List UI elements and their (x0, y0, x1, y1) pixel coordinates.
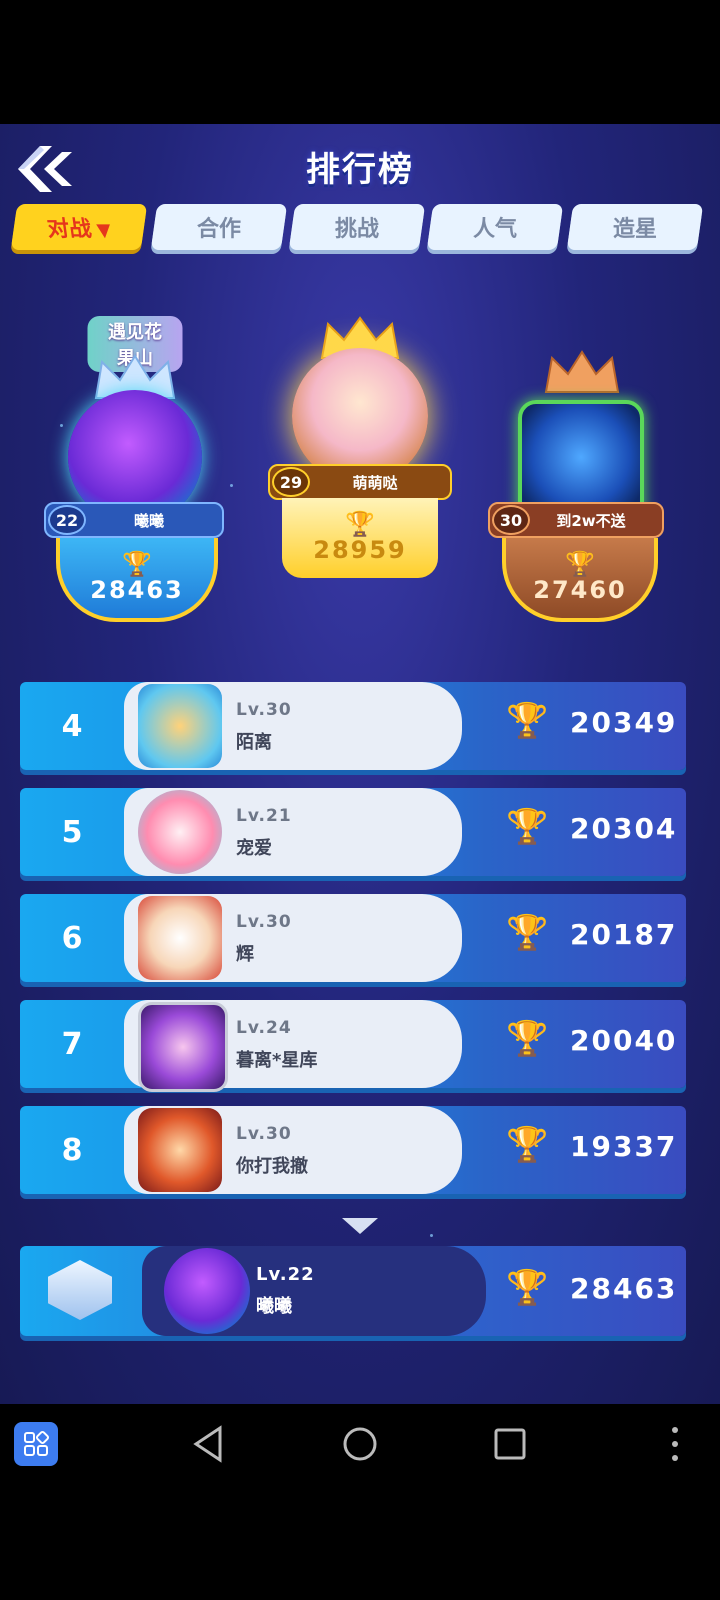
player-name: 曦曦 (133, 511, 164, 530)
player-name: 你打我撤 (236, 1156, 308, 1177)
rank-number: 7 (61, 1026, 83, 1062)
rank-number: 5 (61, 814, 83, 850)
avatar (138, 1002, 228, 1092)
trophy-icon: 🏆 (506, 807, 549, 847)
avatar (138, 684, 222, 768)
rank-number: 8 (61, 1132, 83, 1168)
podium-third[interactable]: 30 到2w不送 🏆 27460 (486, 294, 676, 624)
level-badge: 29 (272, 467, 310, 497)
player-level: Lv.30 (236, 912, 292, 932)
player-level: Lv.21 (236, 806, 292, 826)
score: 19337 (570, 1130, 678, 1163)
score-shield: 🏆 27460 (502, 538, 658, 622)
category-tabs: 对战 ▼ 合作 挑战 人气 造星 (10, 204, 710, 254)
list-item[interactable]: 6 Lv.30 辉 🏆 20187 (20, 894, 686, 982)
player-name: 宠爱 (236, 838, 272, 859)
tab-battle[interactable]: 对战 ▼ (10, 204, 148, 250)
recents-nav-button[interactable] (488, 1422, 532, 1466)
score-shield: 🏆 28463 (56, 538, 218, 622)
square-recents-icon (494, 1428, 526, 1460)
grid-icon (24, 1430, 50, 1456)
tab-label: 挑战 (334, 217, 379, 242)
circle-home-icon (343, 1427, 377, 1461)
avatar (164, 1248, 250, 1334)
player-name: 辉 (236, 944, 254, 965)
player-level: Lv.30 (236, 1124, 292, 1144)
sparkle (430, 1234, 433, 1237)
score-shield: 🏆 28959 (282, 498, 438, 578)
player-name: 陌离 (236, 732, 272, 753)
nameplate: 29 萌萌哒 (268, 464, 452, 500)
rank-number: 4 (61, 708, 83, 744)
trophy-icon: 🏆 (506, 1125, 549, 1165)
podium-second[interactable]: 遇见花果山 22 曦曦 🏆 28463 (40, 294, 230, 624)
player-level: Lv.24 (236, 1018, 292, 1038)
trophy-icon: 🏆 (506, 701, 549, 741)
vertical-dots-icon (672, 1427, 678, 1461)
score: 28463 (570, 1272, 678, 1305)
list-item[interactable]: 5 Lv.21 宠爱 🏆 20304 (20, 788, 686, 876)
sparkle (230, 484, 233, 487)
leaderboard-screen: 排行榜 对战 ▼ 合作 挑战 人气 造星 遇见花果山 22 曦曦 🏆 28463… (0, 124, 720, 1404)
score: 20040 (570, 1024, 678, 1057)
podium-first[interactable]: 29 萌萌哒 🏆 28959 (256, 248, 464, 588)
trophy-icon: 🏆 (506, 913, 549, 953)
tab-popularity[interactable]: 人气 (426, 204, 564, 250)
level-badge: 30 (492, 505, 530, 535)
nameplate: 22 曦曦 (44, 502, 224, 538)
list-item[interactable]: 8 Lv.30 你打我撤 🏆 19337 (20, 1106, 686, 1194)
more-options-button[interactable] (660, 1422, 690, 1466)
tab-label: 造星 (612, 217, 657, 242)
system-nav-bar (0, 1404, 720, 1480)
player-level: Lv.30 (236, 700, 292, 720)
player-name: 暮离*星库 (236, 1050, 318, 1071)
score: 20304 (570, 812, 678, 845)
list-item[interactable]: 4 Lv.30 陌离 🏆 20349 (20, 682, 686, 770)
page-title: 排行榜 (306, 150, 414, 190)
tab-label: 对战 (45, 217, 94, 242)
score: 28959 (313, 536, 407, 564)
avatar (138, 790, 222, 874)
bronze-crown-icon (544, 350, 620, 393)
home-nav-button[interactable] (338, 1422, 382, 1466)
rank-number: 6 (61, 920, 83, 956)
tab-label: 合作 (196, 217, 241, 242)
tab-challenge[interactable]: 挑战 (288, 204, 426, 250)
caret-down-icon: ▼ (95, 220, 113, 241)
back-nav-button[interactable] (188, 1422, 232, 1466)
trophy-icon: 🏆 (565, 550, 595, 578)
avatar (138, 896, 222, 980)
level-badge: 22 (48, 505, 86, 535)
trophy-icon: 🏆 (345, 510, 375, 538)
trophy-icon: 🏆 (506, 1268, 549, 1308)
score: 27460 (533, 576, 627, 604)
player-name: 到2w不送 (556, 511, 626, 530)
app-grid-button[interactable] (14, 1422, 58, 1466)
score: 20187 (570, 918, 678, 951)
player-name: 曦曦 (256, 1296, 292, 1317)
score: 20349 (570, 706, 678, 739)
tab-star[interactable]: 造星 (566, 204, 704, 250)
player-level: Lv.22 (256, 1264, 315, 1285)
avatar (138, 1108, 222, 1192)
score: 28463 (90, 576, 184, 604)
trophy-icon: 🏆 (122, 550, 152, 578)
nameplate: 30 到2w不送 (488, 502, 664, 538)
trophy-icon: 🏆 (506, 1019, 549, 1059)
my-rank-row[interactable]: Lv.22 曦曦 🏆 28463 (20, 1246, 686, 1336)
triangle-back-icon (193, 1425, 222, 1463)
tab-coop[interactable]: 合作 (150, 204, 288, 250)
list-item[interactable]: 7 Lv.24 暮离*星库 🏆 20040 (20, 1000, 686, 1092)
scroll-down-arrow-icon[interactable] (342, 1218, 378, 1234)
player-name: 萌萌哒 (352, 473, 398, 492)
tab-label: 人气 (472, 217, 517, 242)
